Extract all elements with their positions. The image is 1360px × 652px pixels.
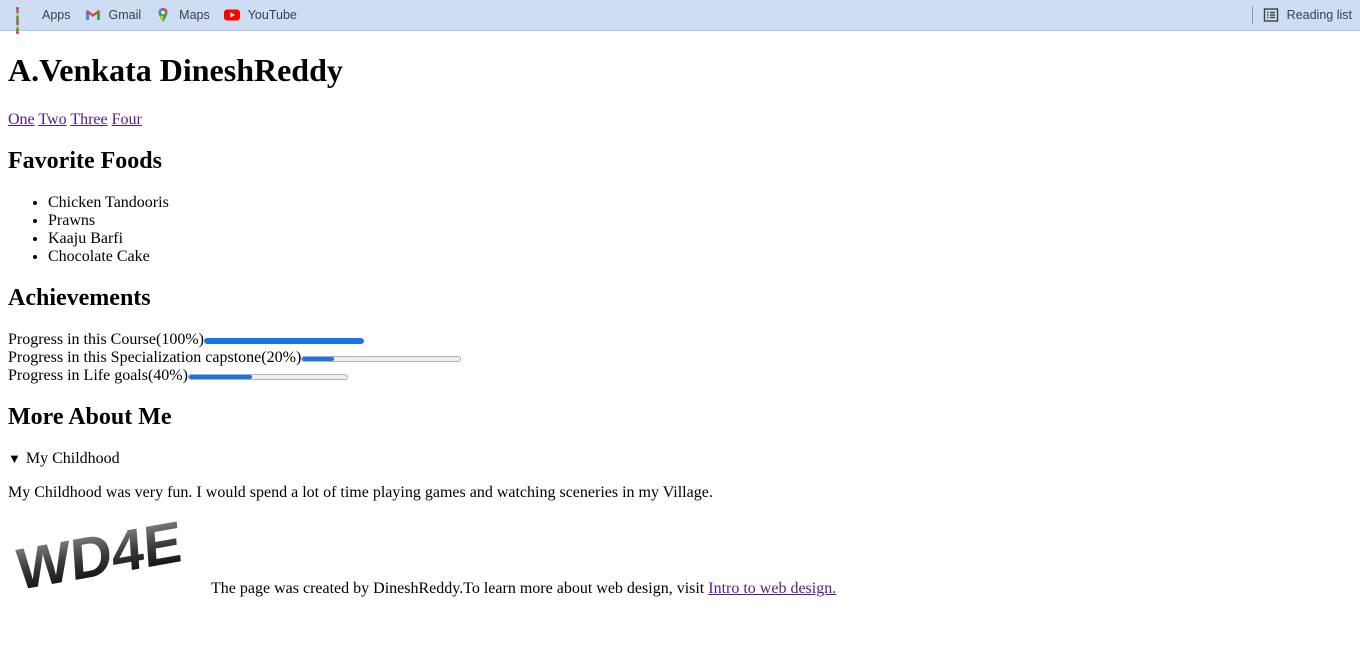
childhood-details[interactable]: ▼ My Childhood xyxy=(8,450,1352,468)
list-item: Chicken Tandooris xyxy=(48,194,1352,212)
progress-row: Progress in this Course(100%) xyxy=(8,331,1352,349)
bookmark-label: YouTube xyxy=(247,8,297,22)
bookmark-youtube[interactable]: YouTube xyxy=(223,0,297,30)
intro-web-design-link[interactable]: Intro to web design. xyxy=(708,580,836,597)
divider xyxy=(1251,6,1253,24)
reading-list-button[interactable]: Reading list xyxy=(1263,0,1352,30)
foods-list: Chicken Tandooris Prawns Kaaju Barfi Cho… xyxy=(8,194,1352,266)
progress-fill xyxy=(203,338,364,344)
youtube-icon xyxy=(223,7,240,23)
nav-links: One Two Three Four xyxy=(8,110,1352,129)
disclosure-triangle-icon[interactable]: ▼ xyxy=(8,451,21,466)
childhood-text: My Childhood was very fun. I would spend… xyxy=(8,484,713,501)
page-title: A.Venkata DineshReddy xyxy=(8,52,343,88)
reading-list-label: Reading list xyxy=(1286,8,1352,22)
logo-text: WD4E xyxy=(14,518,184,598)
nav-link-two[interactable]: Two xyxy=(38,111,66,128)
progress-bar xyxy=(301,356,462,362)
bookmark-maps[interactable]: Maps xyxy=(155,0,210,30)
bookmarks-bar: Apps Gmail Maps YouTube Reading list xyxy=(0,0,1360,34)
bookmark-label: Gmail xyxy=(108,8,142,22)
about-heading: More About Me xyxy=(8,404,172,430)
list-item: Prawns xyxy=(48,212,1352,230)
progress-row: Progress in this Specialization capstone… xyxy=(8,349,1352,367)
foods-heading: Favorite Foods xyxy=(8,148,162,174)
nav-link-one[interactable]: One xyxy=(8,111,35,128)
details-summary[interactable]: My Childhood xyxy=(26,450,120,467)
list-item: Chocolate Cake xyxy=(48,248,1352,266)
footer-text: The page was created by DineshReddy.To l… xyxy=(211,580,836,598)
gmail-icon xyxy=(85,7,101,23)
reading-list-icon xyxy=(1263,7,1279,23)
achievements-heading: Achievements xyxy=(8,285,151,311)
nav-link-three[interactable]: Three xyxy=(70,111,107,128)
progress-label: Progress in this Specialization capstone… xyxy=(8,349,302,366)
achievements-list: Progress in this Course(100%) Progress i… xyxy=(8,331,1352,385)
bookmark-label: Maps xyxy=(179,8,210,22)
wd4e-logo: WD4E xyxy=(14,518,184,598)
maps-icon xyxy=(155,7,171,23)
footer-message: The page was created by DineshReddy.To l… xyxy=(211,580,709,597)
progress-bar xyxy=(203,338,364,344)
bookmark-label: Apps xyxy=(42,8,71,22)
page-content: A.Venkata DineshReddy One Two Three Four… xyxy=(0,52,1360,598)
progress-fill xyxy=(302,357,334,361)
bookmark-gmail[interactable]: Gmail xyxy=(85,0,142,30)
progress-fill xyxy=(188,375,253,379)
progress-bar xyxy=(187,374,348,380)
footer: WD4E The page was created by DineshReddy… xyxy=(8,518,1352,598)
progress-label: Progress in this Course(100%) xyxy=(8,331,204,348)
apps-grid-icon xyxy=(14,5,34,34)
bookmark-apps[interactable]: Apps xyxy=(14,0,71,34)
progress-label: Progress in Life goals(40%) xyxy=(8,367,188,384)
list-item: Kaaju Barfi xyxy=(48,230,1352,248)
progress-row: Progress in Life goals(40%) xyxy=(8,367,1352,385)
nav-link-four[interactable]: Four xyxy=(112,111,142,128)
